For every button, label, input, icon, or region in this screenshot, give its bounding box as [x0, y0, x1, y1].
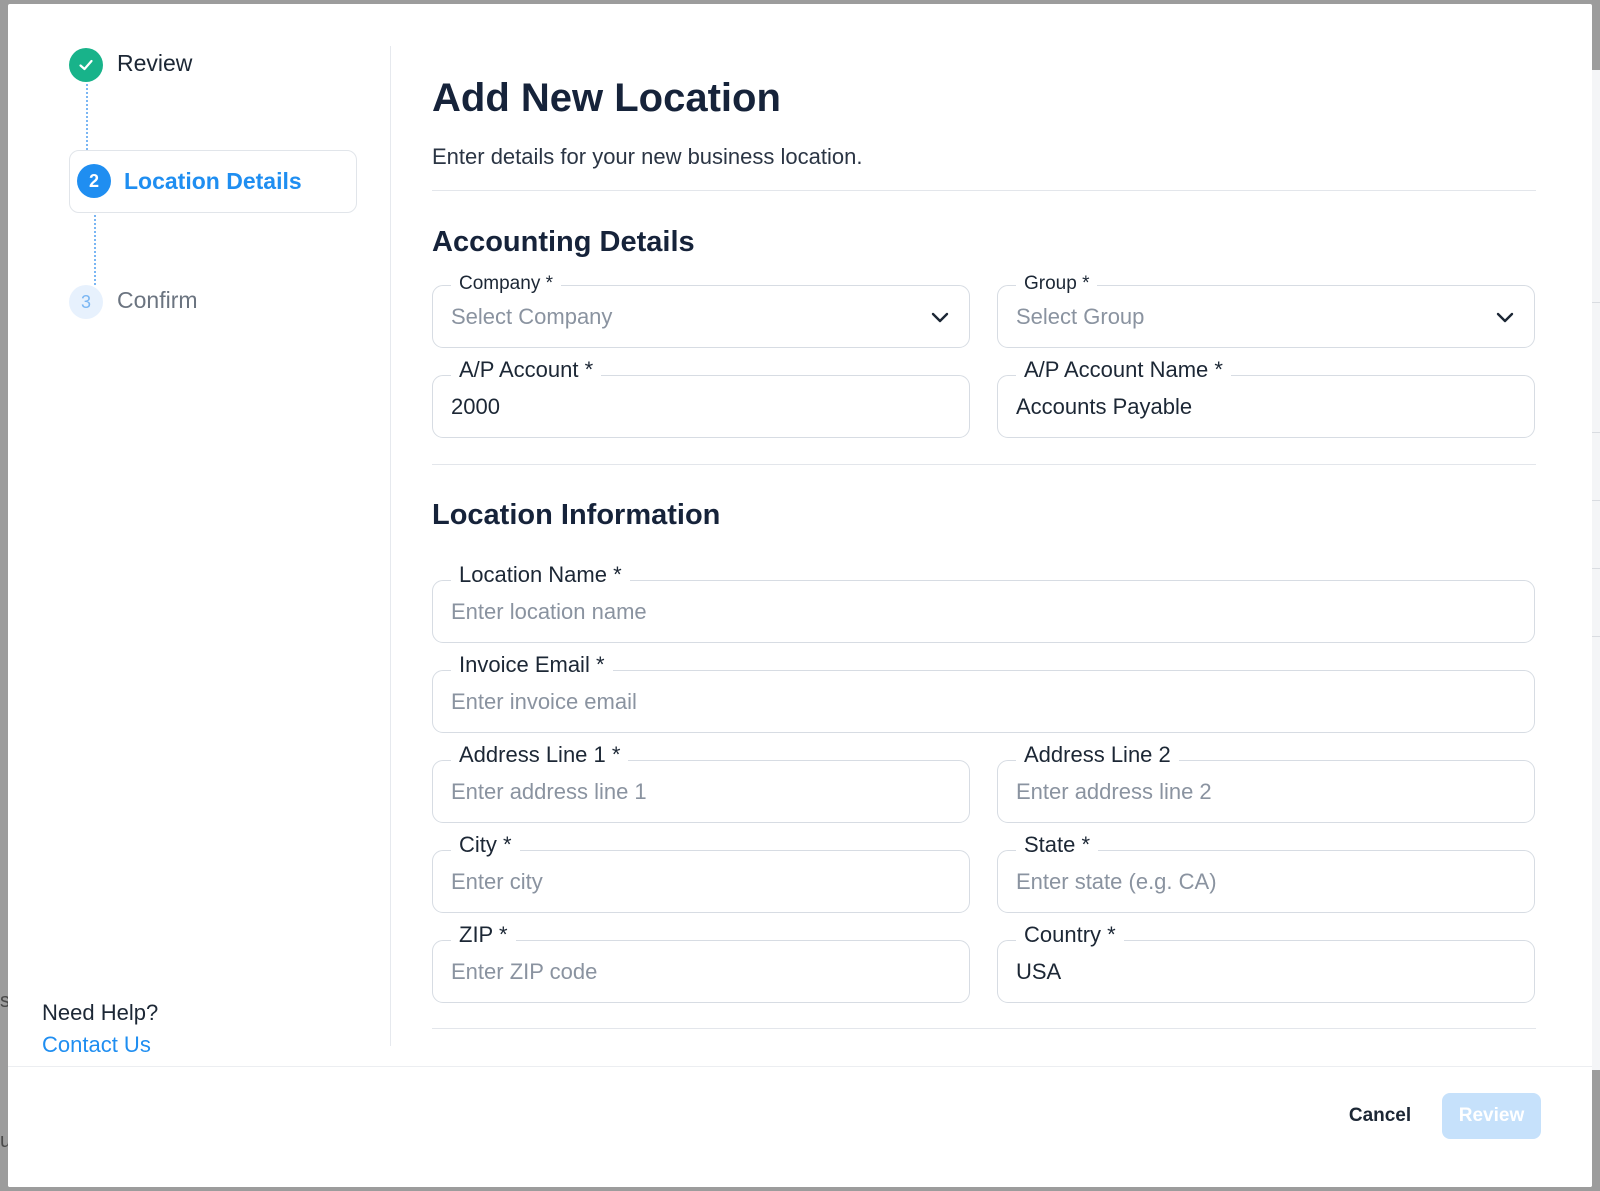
chevron-down-icon	[1496, 312, 1514, 323]
company-select[interactable]: Company * Select Company	[432, 272, 970, 348]
step-confirm-label: Confirm	[117, 287, 198, 313]
address-line-2-field[interactable]: Address Line 2 Enter address line 2	[997, 743, 1535, 823]
step-number-badge: 2	[77, 164, 111, 198]
country-label: Country *	[1016, 923, 1124, 947]
section-title-accounting: Accounting Details	[432, 226, 695, 258]
company-placeholder: Select Company	[451, 304, 613, 329]
company-label: Company *	[451, 272, 561, 296]
section-title-location: Location Information	[432, 499, 721, 531]
country-value: USA	[1016, 959, 1062, 984]
location-name-field[interactable]: Location Name * Enter location name	[432, 563, 1535, 643]
ap-account-label: A/P Account *	[451, 358, 602, 382]
page-subtitle: Enter details for your new business loca…	[432, 144, 863, 169]
modal-footer: Cancel Review	[8, 1066, 1592, 1187]
zip-placeholder: Enter ZIP code	[451, 959, 598, 984]
location-name-placeholder: Enter location name	[451, 599, 647, 624]
contact-us-link[interactable]: Contact Us	[42, 1032, 158, 1058]
add-location-modal: Review 2 Location Details 3 Confirm Need…	[8, 4, 1592, 1187]
ap-account-value: 2000	[451, 394, 500, 419]
chevron-down-icon	[931, 312, 949, 323]
state-label: State *	[1016, 833, 1099, 857]
city-field[interactable]: City * Enter city	[432, 833, 970, 913]
check-icon	[79, 59, 93, 71]
step-review-label[interactable]: Review	[117, 50, 192, 77]
page-title: Add New Location	[432, 76, 781, 120]
address-line-2-label: Address Line 2	[1016, 743, 1179, 767]
invoice-email-label: Invoice Email *	[451, 653, 613, 677]
step-location-details-label: Location Details	[124, 168, 302, 194]
state-field[interactable]: State * Enter state (e.g. CA)	[997, 833, 1535, 913]
group-placeholder: Select Group	[1016, 304, 1145, 329]
ap-account-name-label: A/P Account Name *	[1016, 358, 1231, 382]
help-section: Need Help? Contact Us	[42, 1000, 158, 1058]
country-field[interactable]: Country * USA	[997, 923, 1535, 1003]
state-placeholder: Enter state (e.g. CA)	[1016, 869, 1217, 894]
address-line-1-field[interactable]: Address Line 1 * Enter address line 1	[432, 743, 970, 823]
divider	[432, 190, 1536, 191]
step-connector	[86, 84, 88, 150]
ap-account-name-value: Accounts Payable	[1016, 394, 1193, 419]
address-line-1-placeholder: Enter address line 1	[451, 779, 647, 804]
ap-account-field[interactable]: A/P Account * 2000	[432, 358, 970, 438]
divider	[432, 464, 1536, 465]
city-label: City *	[451, 833, 520, 857]
zip-label: ZIP *	[451, 923, 516, 947]
group-label: Group *	[1016, 272, 1098, 296]
review-button[interactable]: Review	[1442, 1093, 1541, 1139]
help-title: Need Help?	[42, 1000, 159, 1025]
city-placeholder: Enter city	[451, 869, 543, 894]
zip-field[interactable]: ZIP * Enter ZIP code	[432, 923, 970, 1003]
ap-account-name-field[interactable]: A/P Account Name * Accounts Payable	[997, 358, 1535, 438]
cancel-button[interactable]: Cancel	[1334, 1093, 1426, 1139]
invoice-email-field[interactable]: Invoice Email * Enter invoice email	[432, 653, 1535, 733]
address-line-1-label: Address Line 1 *	[451, 743, 629, 767]
step-number-badge: 3	[69, 285, 103, 319]
step-review-check-icon	[69, 48, 103, 82]
divider	[432, 1028, 1536, 1029]
group-select[interactable]: Group * Select Group	[997, 272, 1535, 348]
address-line-2-placeholder: Enter address line 2	[1016, 779, 1212, 804]
invoice-email-placeholder: Enter invoice email	[451, 689, 637, 714]
location-name-label: Location Name *	[451, 563, 630, 587]
sidebar-divider	[390, 46, 391, 1046]
